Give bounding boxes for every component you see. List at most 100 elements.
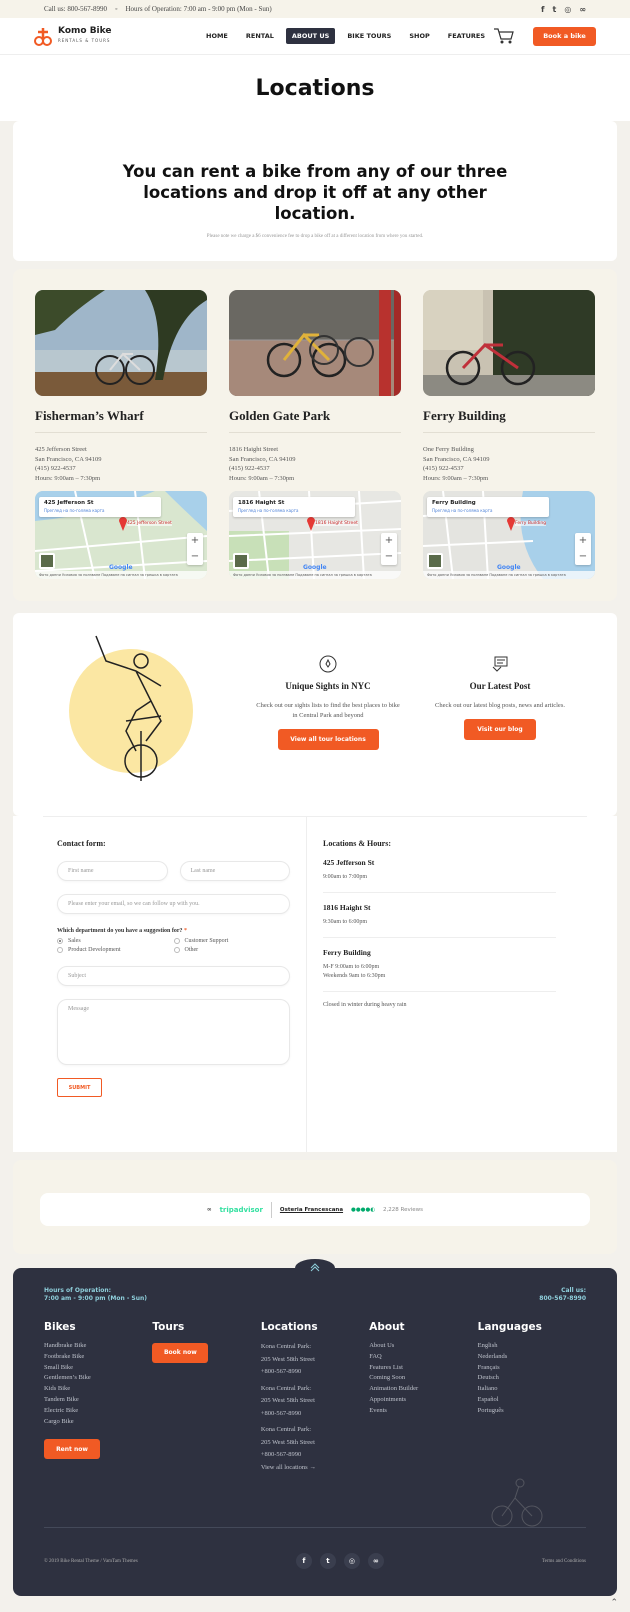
instagram-icon[interactable]: ◎ bbox=[343, 1553, 360, 1569]
map-larger-link[interactable]: Преглед на по-голяма карта bbox=[432, 508, 544, 513]
review-count: 2,228 Reviews bbox=[383, 1206, 424, 1213]
zoom-out-icon[interactable]: − bbox=[575, 549, 591, 565]
language-link[interactable]: Français bbox=[478, 1363, 586, 1374]
footer-link[interactable]: Gentlemen’s Bike bbox=[44, 1373, 152, 1384]
footer-link[interactable]: Appointments bbox=[369, 1395, 477, 1406]
hours-line: 9:00am to 7:00pm bbox=[323, 874, 367, 880]
hours-text: Hours of Operation: 7:00 am - 9:00 pm (M… bbox=[125, 5, 272, 13]
footer-location-phone[interactable]: +800-567-8990 bbox=[261, 1366, 369, 1379]
zoom-in-icon[interactable]: + bbox=[575, 533, 591, 549]
map-satellite-thumb[interactable] bbox=[39, 553, 55, 569]
nav-bike-tours[interactable]: BIKE TOURS bbox=[341, 28, 397, 44]
nav-rental[interactable]: RENTAL bbox=[240, 28, 280, 44]
footer-link[interactable]: Features List bbox=[369, 1363, 477, 1374]
tripadvisor-icon[interactable]: ∞ bbox=[367, 1553, 384, 1569]
map-zoom-controls[interactable]: + − bbox=[575, 533, 591, 565]
map-pin-label: 425 Jefferson Street bbox=[127, 521, 172, 526]
footer-link[interactable]: Tandem Bike bbox=[44, 1395, 152, 1406]
map-larger-link[interactable]: Преглед на по-голяма карта bbox=[44, 508, 156, 513]
scroll-up-icon[interactable] bbox=[295, 1259, 335, 1277]
map-zoom-controls[interactable]: + − bbox=[187, 533, 203, 565]
terms-link[interactable]: Terms and Conditions bbox=[542, 1559, 586, 1564]
footer-location-phone[interactable]: +800-567-8990 bbox=[261, 1449, 369, 1462]
book-a-bike-button[interactable]: Book a bike bbox=[533, 26, 596, 46]
map-satellite-thumb[interactable] bbox=[427, 553, 443, 569]
department-question-text: Which department do you have a suggestio… bbox=[57, 928, 183, 934]
email-input[interactable]: Please enter your email, so we can follo… bbox=[57, 894, 290, 914]
zoom-in-icon[interactable]: + bbox=[187, 533, 203, 549]
footer-social-links: f t ◎ ∞ bbox=[295, 1553, 384, 1569]
instagram-icon[interactable]: ◎ bbox=[564, 5, 571, 14]
radio-button-icon[interactable] bbox=[57, 938, 63, 944]
footer-link[interactable]: Small Bike bbox=[44, 1363, 152, 1374]
hours-item: 425 Jefferson St 9:00am to 7:00pm bbox=[323, 848, 556, 893]
location-map[interactable]: Ferry Building Преглед на по-голяма карт… bbox=[423, 491, 595, 579]
footer-link[interactable]: Handbrake Bike bbox=[44, 1341, 152, 1352]
map-info-card: 425 Jefferson St Преглед на по-голяма ка… bbox=[39, 497, 161, 517]
first-name-input[interactable]: First name bbox=[57, 861, 168, 881]
footer-link[interactable]: Coming Soon bbox=[369, 1373, 477, 1384]
zoom-out-icon[interactable]: − bbox=[381, 549, 397, 565]
zoom-in-icon[interactable]: + bbox=[381, 533, 397, 549]
site-logo[interactable]: Komo Bike RENTALS & TOURS bbox=[34, 26, 164, 46]
footer-link[interactable]: Cargo Bike bbox=[44, 1417, 152, 1428]
footer-call-value[interactable]: 800-567-8990 bbox=[539, 1295, 586, 1303]
google-logo: Google bbox=[497, 564, 521, 571]
subject-input[interactable]: Subject bbox=[57, 966, 290, 986]
view-tour-locations-button[interactable]: View all tour locations bbox=[277, 729, 379, 750]
facebook-icon[interactable]: f bbox=[541, 5, 544, 14]
book-now-button[interactable]: Book now bbox=[152, 1342, 209, 1363]
language-link[interactable]: Español bbox=[478, 1395, 586, 1406]
cart-icon[interactable] bbox=[493, 27, 515, 45]
nav-features[interactable]: FEATURES bbox=[442, 28, 491, 44]
message-textarea[interactable]: Message bbox=[57, 999, 290, 1065]
footer-location: Kona Central Park: 205 West 58th Street … bbox=[261, 1383, 369, 1421]
nav-shop[interactable]: SHOP bbox=[403, 28, 435, 44]
nav-home[interactable]: HOME bbox=[200, 28, 234, 44]
radio-button-icon[interactable] bbox=[173, 947, 180, 953]
rent-now-button[interactable]: Rent now bbox=[44, 1439, 100, 1460]
footer-location-phone[interactable]: +800-567-8990 bbox=[261, 1408, 369, 1421]
visit-blog-button[interactable]: Visit our blog bbox=[464, 719, 536, 740]
language-link[interactable]: English bbox=[478, 1341, 586, 1352]
radio-button-icon[interactable] bbox=[173, 938, 180, 944]
footer-link[interactable]: Footbrake Bike bbox=[44, 1352, 152, 1363]
language-link[interactable]: Deutsch bbox=[478, 1373, 586, 1384]
nav-about-us[interactable]: ABOUT US bbox=[285, 28, 336, 44]
radio-label: Product Development bbox=[68, 947, 121, 953]
facebook-icon[interactable]: f bbox=[295, 1553, 312, 1569]
language-link[interactable]: Italiano bbox=[478, 1384, 586, 1395]
last-name-input[interactable]: Last name bbox=[179, 861, 290, 881]
map-larger-link[interactable]: Преглед на по-голяма карта bbox=[238, 508, 350, 513]
footer-link[interactable]: Events bbox=[369, 1406, 477, 1417]
submit-button[interactable]: SUBMIT bbox=[57, 1078, 102, 1097]
footer-link[interactable]: Kids Bike bbox=[44, 1384, 152, 1395]
language-link[interactable]: Nederlands bbox=[478, 1352, 586, 1363]
radio-customer-support[interactable]: Customer Support bbox=[173, 938, 291, 944]
zoom-out-icon[interactable]: − bbox=[187, 549, 203, 565]
map-footer: Фото данни Условия за ползване Подаване … bbox=[423, 571, 595, 579]
footer-link[interactable]: Animation Builder bbox=[369, 1384, 477, 1395]
view-all-locations-link[interactable]: View all locations → bbox=[261, 1462, 369, 1475]
map-place-title: 1816 Haight St bbox=[238, 500, 285, 506]
radio-button-icon[interactable] bbox=[57, 947, 63, 953]
language-link[interactable]: Português bbox=[478, 1406, 586, 1417]
footer-hours-label: Hours of Operation: bbox=[44, 1287, 112, 1294]
tripadvisor-widget[interactable]: ∞ tripadvisor Osteria Francescana ●●●●◐ … bbox=[40, 1193, 590, 1226]
map-zoom-controls[interactable]: + − bbox=[381, 533, 397, 565]
radio-product-development[interactable]: Product Development bbox=[57, 947, 174, 953]
radio-other[interactable]: Other bbox=[173, 947, 291, 953]
radio-sales[interactable]: Sales bbox=[57, 938, 174, 944]
location-map[interactable]: 425 Jefferson St Преглед на по-голяма ка… bbox=[35, 491, 207, 579]
twitter-icon[interactable]: t bbox=[553, 5, 557, 14]
back-to-top-icon[interactable]: ⌃ bbox=[610, 1598, 618, 1608]
map-satellite-thumb[interactable] bbox=[233, 553, 249, 569]
feature-text: Check out our sights lists to find the b… bbox=[256, 702, 400, 719]
footer-link[interactable]: FAQ bbox=[369, 1352, 477, 1363]
footer-link[interactable]: About Us bbox=[369, 1341, 477, 1352]
footer-link[interactable]: Electric Bike bbox=[44, 1406, 152, 1417]
twitter-icon[interactable]: t bbox=[319, 1553, 336, 1569]
restaurant-name[interactable]: Osteria Francescana bbox=[280, 1207, 343, 1213]
tripadvisor-icon[interactable]: ∞ bbox=[579, 5, 586, 14]
location-map[interactable]: 1816 Haight St Преглед на по-голяма карт… bbox=[229, 491, 401, 579]
